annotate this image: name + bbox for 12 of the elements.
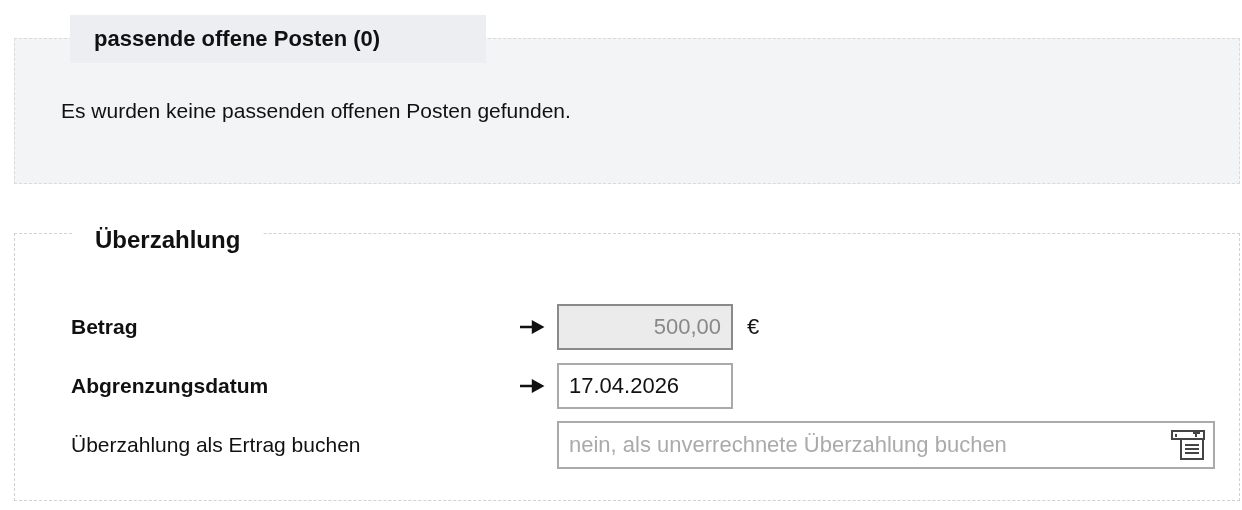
section-title: Überzahlung [73,224,263,256]
arrow-icon [519,319,545,334]
list-icon[interactable] [1171,429,1205,460]
field-label: Betrag [71,314,139,339]
section-title: passende offene Posten (0) [70,15,486,63]
select-field[interactable]: nein, als unverrechnete Überzahlung buchen [557,420,1215,469]
field-label: Überzahlung als Ertrag buchen [71,432,362,457]
date-field[interactable]: 17.04.2026 [557,362,733,409]
field-label: Abgrenzungsdatum [71,373,270,398]
currency-label: € [747,313,760,340]
arrow-icon [519,378,545,393]
info-message: Es wurden keine passenden offenen Posten gefunden. [61,99,571,123]
